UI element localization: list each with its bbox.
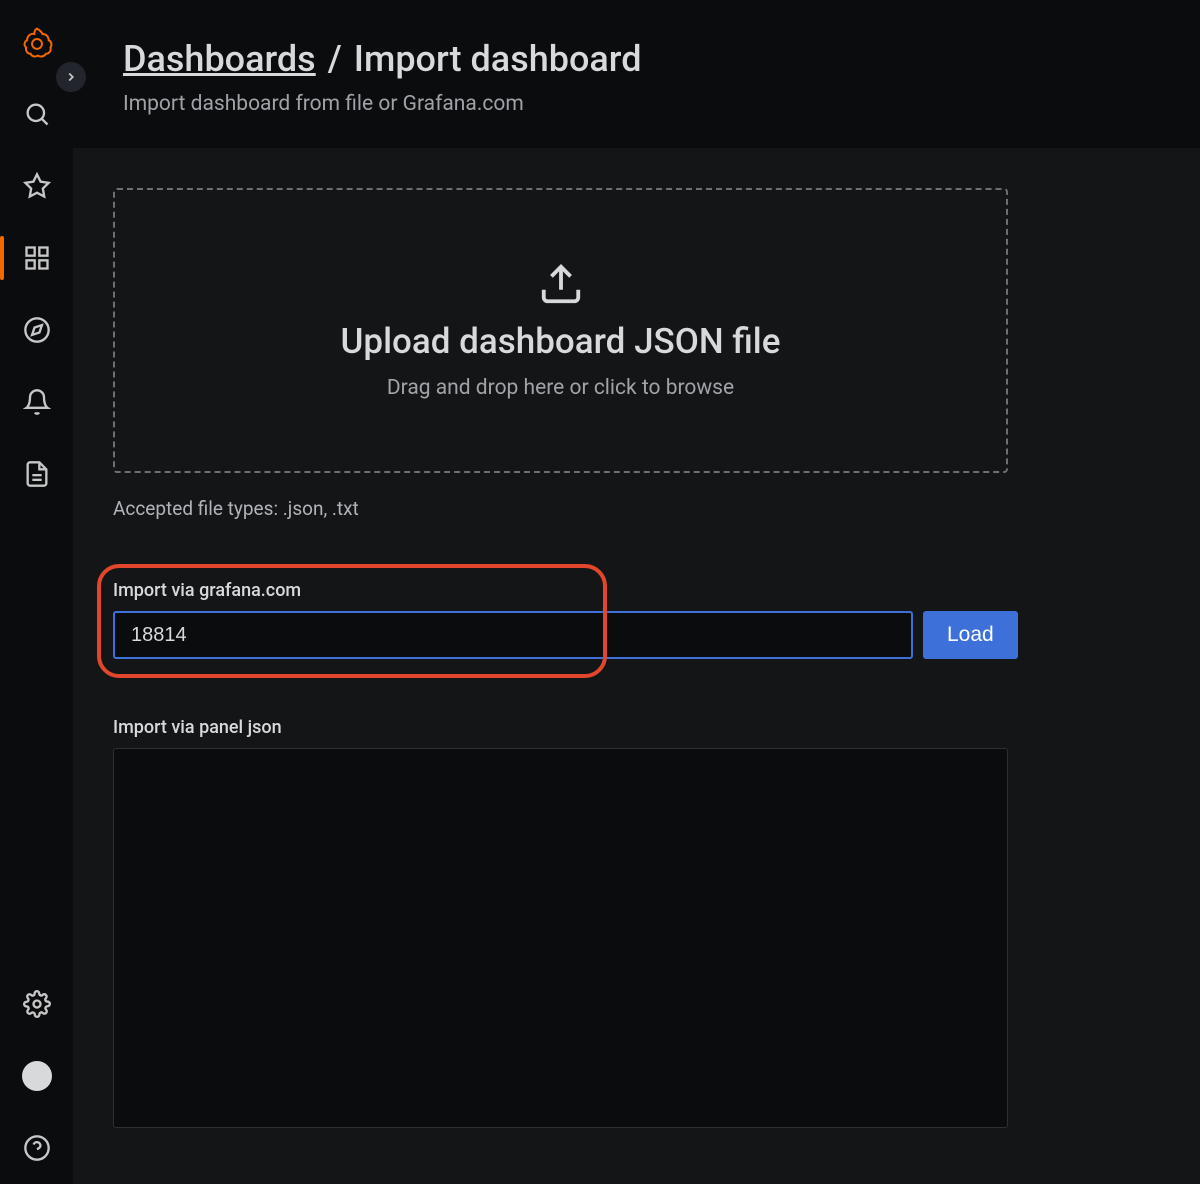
nav-connections[interactable]: [0, 438, 73, 510]
breadcrumb-current: Import dashboard: [354, 38, 642, 80]
nav-help[interactable]: [0, 1112, 73, 1184]
main-content: Dashboards / Import dashboard Import das…: [73, 0, 1200, 1184]
nav-profile[interactable]: [0, 1040, 73, 1112]
nav-explore[interactable]: [0, 294, 73, 366]
import-via-grafana-label: Import via grafana.com: [113, 580, 1018, 601]
nav-alerting[interactable]: [0, 366, 73, 438]
breadcrumb-root-link[interactable]: Dashboards: [123, 38, 316, 80]
import-via-json-label: Import via panel json: [113, 717, 1200, 738]
nav-starred[interactable]: [0, 150, 73, 222]
page-subtitle: Import dashboard from file or Grafana.co…: [123, 92, 1200, 116]
accepted-file-types: Accepted file types: .json, .txt: [113, 497, 1200, 520]
page-header: Dashboards / Import dashboard Import das…: [73, 0, 1200, 148]
upload-icon: [538, 261, 584, 307]
nav-dashboards[interactable]: [0, 222, 73, 294]
import-via-json-group: Import via panel json: [113, 717, 1200, 1132]
upload-dropzone[interactable]: Upload dashboard JSON file Drag and drop…: [113, 188, 1008, 473]
nav-admin[interactable]: [0, 968, 73, 1040]
breadcrumb-separator: /: [328, 38, 342, 80]
upload-hint: Drag and drop here or click to browse: [387, 376, 734, 400]
panel-json-textarea[interactable]: [113, 748, 1008, 1128]
load-button[interactable]: Load: [923, 611, 1018, 659]
grafana-id-input[interactable]: [113, 611, 913, 659]
breadcrumb: Dashboards / Import dashboard: [123, 38, 1200, 80]
sidebar: [0, 0, 73, 1184]
sidebar-expand-toggle[interactable]: [56, 62, 86, 92]
upload-title: Upload dashboard JSON file: [341, 321, 781, 362]
avatar-icon: [22, 1061, 52, 1091]
import-via-grafana-group: Import via grafana.com Load: [113, 580, 1018, 659]
